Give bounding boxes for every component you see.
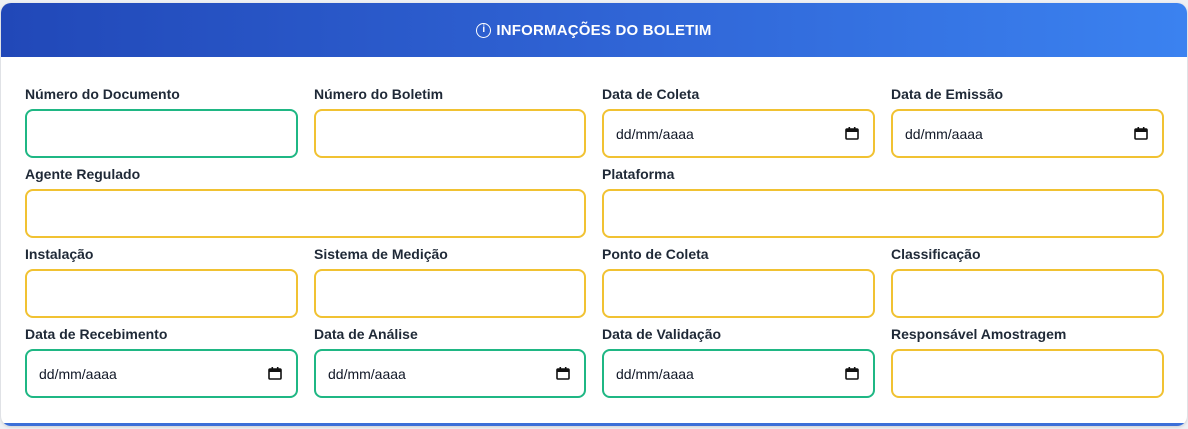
data-recebimento-input[interactable]: dd/mm/aaaa	[25, 349, 298, 398]
data-analise-field: Data de Análise dd/mm/aaaa	[314, 325, 586, 398]
sistema-medicao-field: Sistema de Medição	[314, 245, 586, 318]
data-validacao-field: Data de Validação dd/mm/aaaa	[602, 325, 875, 398]
ponto-coleta-input[interactable]	[602, 269, 875, 318]
plataforma-field: Plataforma	[602, 165, 1164, 238]
data-coleta-input[interactable]: dd/mm/aaaa	[602, 109, 875, 158]
numero-documento-field: Número do Documento	[25, 85, 298, 158]
calendar-icon[interactable]	[1134, 127, 1148, 140]
classificacao-field: Classificação	[891, 245, 1164, 318]
numero-boletim-field: Número do Boletim	[314, 85, 586, 158]
calendar-icon[interactable]	[845, 367, 859, 380]
agente-regulado-field: Agente Regulado	[25, 165, 586, 238]
form-body: Número do Documento Número do Boletim Da…	[1, 57, 1187, 426]
data-recebimento-label: Data de Recebimento	[25, 326, 168, 342]
ponto-coleta-field: Ponto de Coleta	[602, 245, 875, 318]
agente-regulado-input[interactable]	[25, 189, 586, 238]
section-header: i INFORMAÇÕES DO BOLETIM	[1, 3, 1187, 57]
data-analise-input[interactable]: dd/mm/aaaa	[314, 349, 586, 398]
responsavel-amostragem-field: Responsável Amostragem	[891, 325, 1164, 398]
calendar-icon[interactable]	[556, 367, 570, 380]
section-title: INFORMAÇÕES DO BOLETIM	[496, 21, 712, 39]
plataforma-input[interactable]	[602, 189, 1164, 238]
instalacao-input[interactable]	[25, 269, 298, 318]
classificacao-input[interactable]	[891, 269, 1164, 318]
agente-regulado-label: Agente Regulado	[25, 166, 141, 182]
instalacao-field: Instalação	[25, 245, 298, 318]
data-coleta-placeholder: dd/mm/aaaa	[616, 125, 694, 142]
data-emissao-placeholder: dd/mm/aaaa	[905, 125, 983, 142]
ponto-coleta-label: Ponto de Coleta	[602, 246, 709, 262]
instalacao-label: Instalação	[25, 246, 94, 262]
data-analise-placeholder: dd/mm/aaaa	[328, 365, 406, 382]
numero-boletim-label: Número do Boletim	[314, 86, 444, 102]
numero-documento-label: Número do Documento	[25, 86, 180, 102]
boletim-info-card: i INFORMAÇÕES DO BOLETIM Número do Docum…	[1, 3, 1187, 426]
responsavel-amostragem-label: Responsável Amostragem	[891, 326, 1067, 342]
data-recebimento-placeholder: dd/mm/aaaa	[39, 365, 117, 382]
data-coleta-label: Data de Coleta	[602, 86, 700, 102]
info-icon: i	[476, 22, 492, 38]
plataforma-label: Plataforma	[602, 166, 675, 182]
sistema-medicao-label: Sistema de Medição	[314, 246, 448, 262]
calendar-icon[interactable]	[268, 367, 282, 380]
data-emissao-input[interactable]: dd/mm/aaaa	[891, 109, 1164, 158]
classificacao-label: Classificação	[891, 246, 981, 262]
data-emissao-label: Data de Emissão	[891, 86, 1004, 102]
data-validacao-placeholder: dd/mm/aaaa	[616, 365, 694, 382]
sistema-medicao-input[interactable]	[314, 269, 586, 318]
data-validacao-input[interactable]: dd/mm/aaaa	[602, 349, 875, 398]
data-analise-label: Data de Análise	[314, 326, 418, 342]
numero-documento-input[interactable]	[25, 109, 298, 158]
data-emissao-field: Data de Emissão dd/mm/aaaa	[891, 85, 1164, 158]
calendar-icon[interactable]	[845, 127, 859, 140]
card-bottom-accent	[1, 423, 1187, 426]
data-validacao-label: Data de Validação	[602, 326, 722, 342]
numero-boletim-input[interactable]	[314, 109, 586, 158]
data-coleta-field: Data de Coleta dd/mm/aaaa	[602, 85, 875, 158]
data-recebimento-field: Data de Recebimento dd/mm/aaaa	[25, 325, 298, 398]
responsavel-amostragem-input[interactable]	[891, 349, 1164, 398]
